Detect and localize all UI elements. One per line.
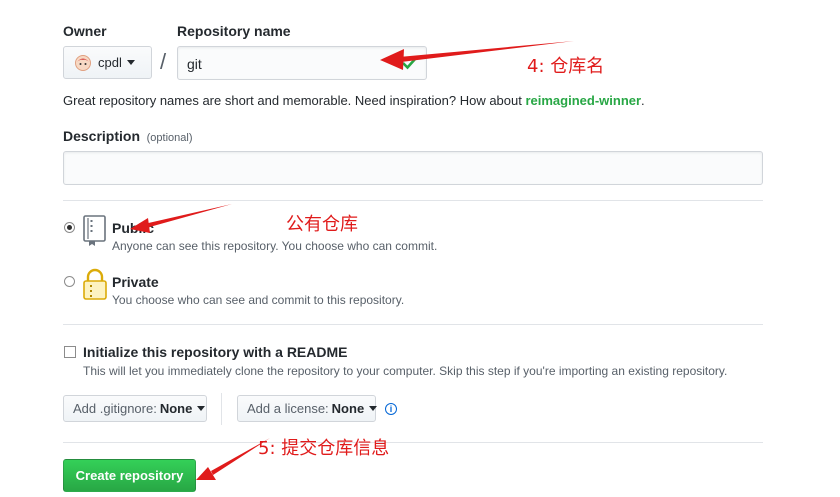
annotation-step5: 5: 提交仓库信息 (258, 438, 390, 459)
annotation-arrows (130, 41, 574, 480)
annotation-step4: 4: 仓库名 (527, 56, 605, 77)
arrow-to-public (130, 204, 232, 233)
annotation-public: 公有仓库 (286, 214, 358, 235)
